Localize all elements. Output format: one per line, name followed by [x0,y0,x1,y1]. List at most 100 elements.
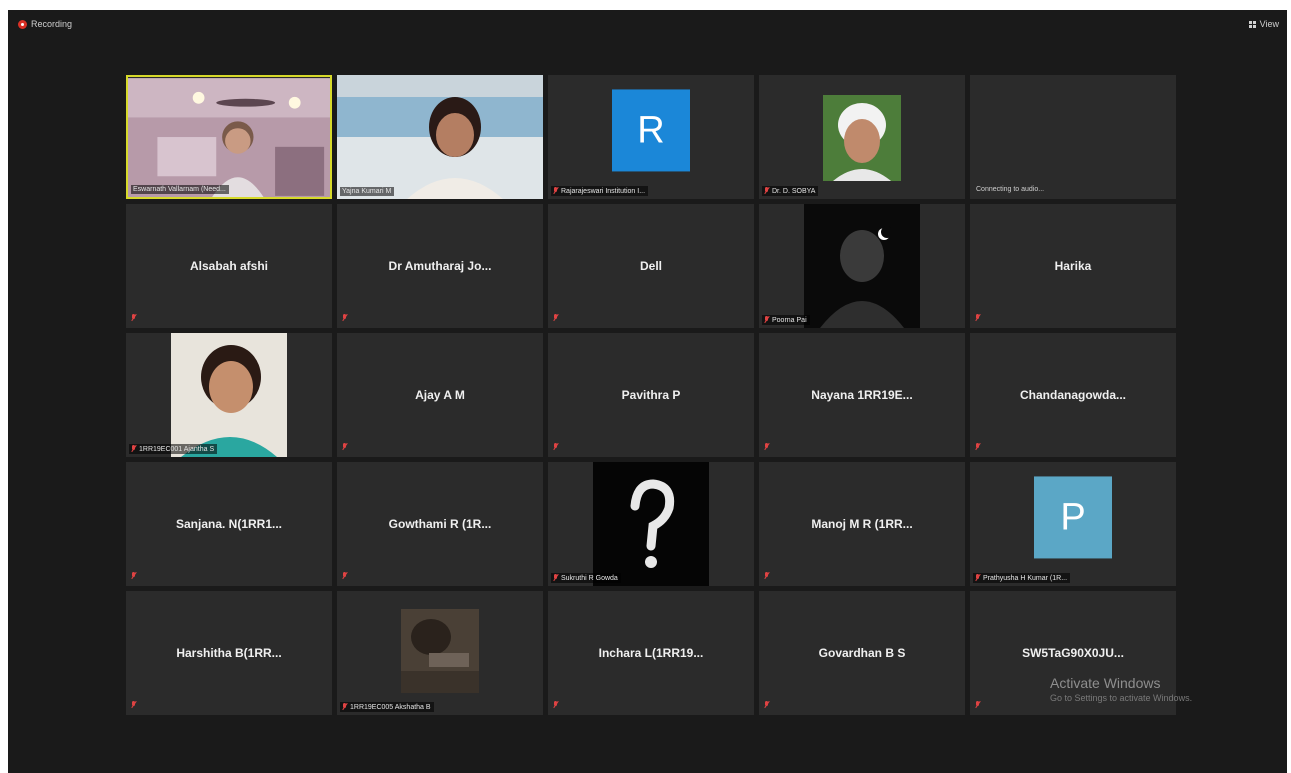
participant-name: Dr Amutharaj Jo... [388,259,492,273]
participant-name-tag: Rajarajeswari Institution I... [551,186,649,196]
mic-muted-icon [975,443,980,451]
participant-tile[interactable]: Manoj M R (1RR... [759,462,965,586]
participant-name: Ajay A M [415,388,465,402]
participant-name-tag: Poorna Pai [762,315,810,325]
recording-indicator[interactable]: Recording [18,19,72,29]
mic-muted-icon [553,701,558,709]
participant-tile[interactable]: Alsabah afshi [126,204,332,328]
avatar: R [612,89,690,172]
participant-tile[interactable]: Yajna Kumari M [337,75,543,199]
participant-name-tag: Sukruthi R Gowda [551,573,621,583]
participant-name: Chandanagowda... [1019,388,1126,402]
participant-name-tag: 1RR19EC005 Akshatha B [340,702,434,712]
watermark-title: Activate Windows [1050,675,1161,691]
participant-tile[interactable]: Pavithra P [548,333,754,457]
mic-muted-icon [553,574,558,582]
participant-name: 1RR19EC005 Akshatha B [350,703,431,711]
participant-name: 1RR19EC001 Ajantha S [139,445,215,453]
participant-tile[interactable]: Dell [548,204,754,328]
mic-muted-icon [764,701,769,709]
mic-muted-icon [764,187,769,195]
mic-muted-icon [342,314,347,322]
mic-muted-icon [553,314,558,322]
participant-name: Gowthami R (1R... [388,517,492,531]
mic-muted-icon [342,443,347,451]
participant-name-tag: Yajna Kumari M [340,187,395,196]
participant-name: Nayana 1RR19E... [811,388,913,402]
participant-tile[interactable]: Govardhan B S [759,591,965,715]
participant-name: Eswarnath Vallarnam (Need... [133,186,226,193]
participant-name: Sanjana. N(1RR1... [175,517,283,531]
view-button[interactable]: View [1248,19,1279,29]
mic-muted-icon [975,314,980,322]
profile-picture [593,462,709,586]
view-label: View [1259,19,1279,29]
participant-tile[interactable]: Chandanagowda... [970,333,1176,457]
avatar-letter: R [637,108,665,151]
participant-tile[interactable]: Poorna Pai [759,204,965,328]
participant-name: Pavithra P [621,388,681,402]
mic-muted-icon [553,187,558,195]
participant-name: Dr. D. SOBYA [772,187,816,195]
participant-tile[interactable]: Sanjana. N(1RR1... [126,462,332,586]
participant-name: Sukruthi R Gowda [561,574,618,582]
connecting-audio-status: Connecting to audio... [976,186,1045,193]
mic-muted-icon [975,701,980,709]
mic-muted-icon [764,572,769,580]
profile-picture [804,204,920,328]
mic-muted-icon [131,701,136,709]
participant-name: Prathyusha H Kumar (1R... [983,574,1068,582]
participant-name: Rajarajeswari Institution I... [561,187,646,195]
participant-name: Yajna Kumari M [342,188,392,195]
participant-name: Manoj M R (1RR... [811,517,913,531]
mic-muted-icon [131,445,136,453]
zoom-meeting-window: Recording View Eswarnath Vallarnam (Need… [8,10,1287,773]
top-bar: Recording View [8,10,1287,44]
participant-tile[interactable]: Ajay A M [337,333,543,457]
mic-muted-icon [342,572,347,580]
participant-name: Govardhan B S [818,646,906,660]
participant-tile[interactable]: Connecting to audio... [970,75,1176,199]
mic-muted-icon [342,703,347,711]
participant-tile[interactable]: 1RR19EC005 Akshatha B [337,591,543,715]
participant-tile[interactable]: P Prathyusha H Kumar (1R... [970,462,1176,586]
recording-icon [18,19,27,29]
participant-tile[interactable]: Harshitha B(1RR... [126,591,332,715]
participant-tile[interactable]: Inchara L(1RR19... [548,591,754,715]
participant-name: Dell [639,259,662,273]
participant-name: Harshitha B(1RR... [176,646,282,660]
profile-picture [171,333,287,457]
mic-muted-icon [131,314,136,322]
mic-muted-icon [553,443,558,451]
participant-tile[interactable]: Nayana 1RR19E... [759,333,965,457]
participant-tile[interactable]: Harika [970,204,1176,328]
mic-muted-icon [764,443,769,451]
mic-muted-icon [131,572,136,580]
participant-name-tag: Eswarnath Vallarnam (Need... [131,185,229,194]
participant-tile[interactable]: 1RR19EC001 Ajantha S [126,333,332,457]
participant-gallery: Eswarnath Vallarnam (Need... Yajna Kumar… [126,75,1176,715]
recording-label: Recording [31,19,73,29]
windows-activation-watermark: Activate Windows Go to Settings to activ… [1050,675,1192,703]
avatar-letter: P [1060,495,1086,538]
participant-tile[interactable]: Sukruthi R Gowda [548,462,754,586]
avatar: P [1034,476,1112,559]
participant-tile[interactable]: R Rajarajeswari Institution I... [548,75,754,199]
participant-tile[interactable]: Gowthami R (1R... [337,462,543,586]
participant-name-tag: Dr. D. SOBYA [762,186,819,196]
participant-name: Harika [1054,259,1092,273]
participant-tile[interactable]: Dr. D. SOBYA [759,75,965,199]
participant-name-tag: Prathyusha H Kumar (1R... [973,573,1071,583]
participant-name: Alsabah afshi [189,259,269,273]
participant-video [128,78,330,197]
participant-name: SW5TaG90X0JU... [1022,646,1124,660]
participant-video [337,75,543,199]
participant-tile[interactable]: Dr Amutharaj Jo... [337,204,543,328]
participant-tile[interactable]: Eswarnath Vallarnam (Need... [126,75,332,199]
participant-name-tag: 1RR19EC001 Ajantha S [129,444,218,454]
mic-muted-icon [764,316,769,324]
gallery-view-icon [1248,20,1256,28]
participant-name: Inchara L(1RR19... [598,646,704,660]
participant-name: Poorna Pai [772,316,807,324]
profile-picture [823,95,901,181]
